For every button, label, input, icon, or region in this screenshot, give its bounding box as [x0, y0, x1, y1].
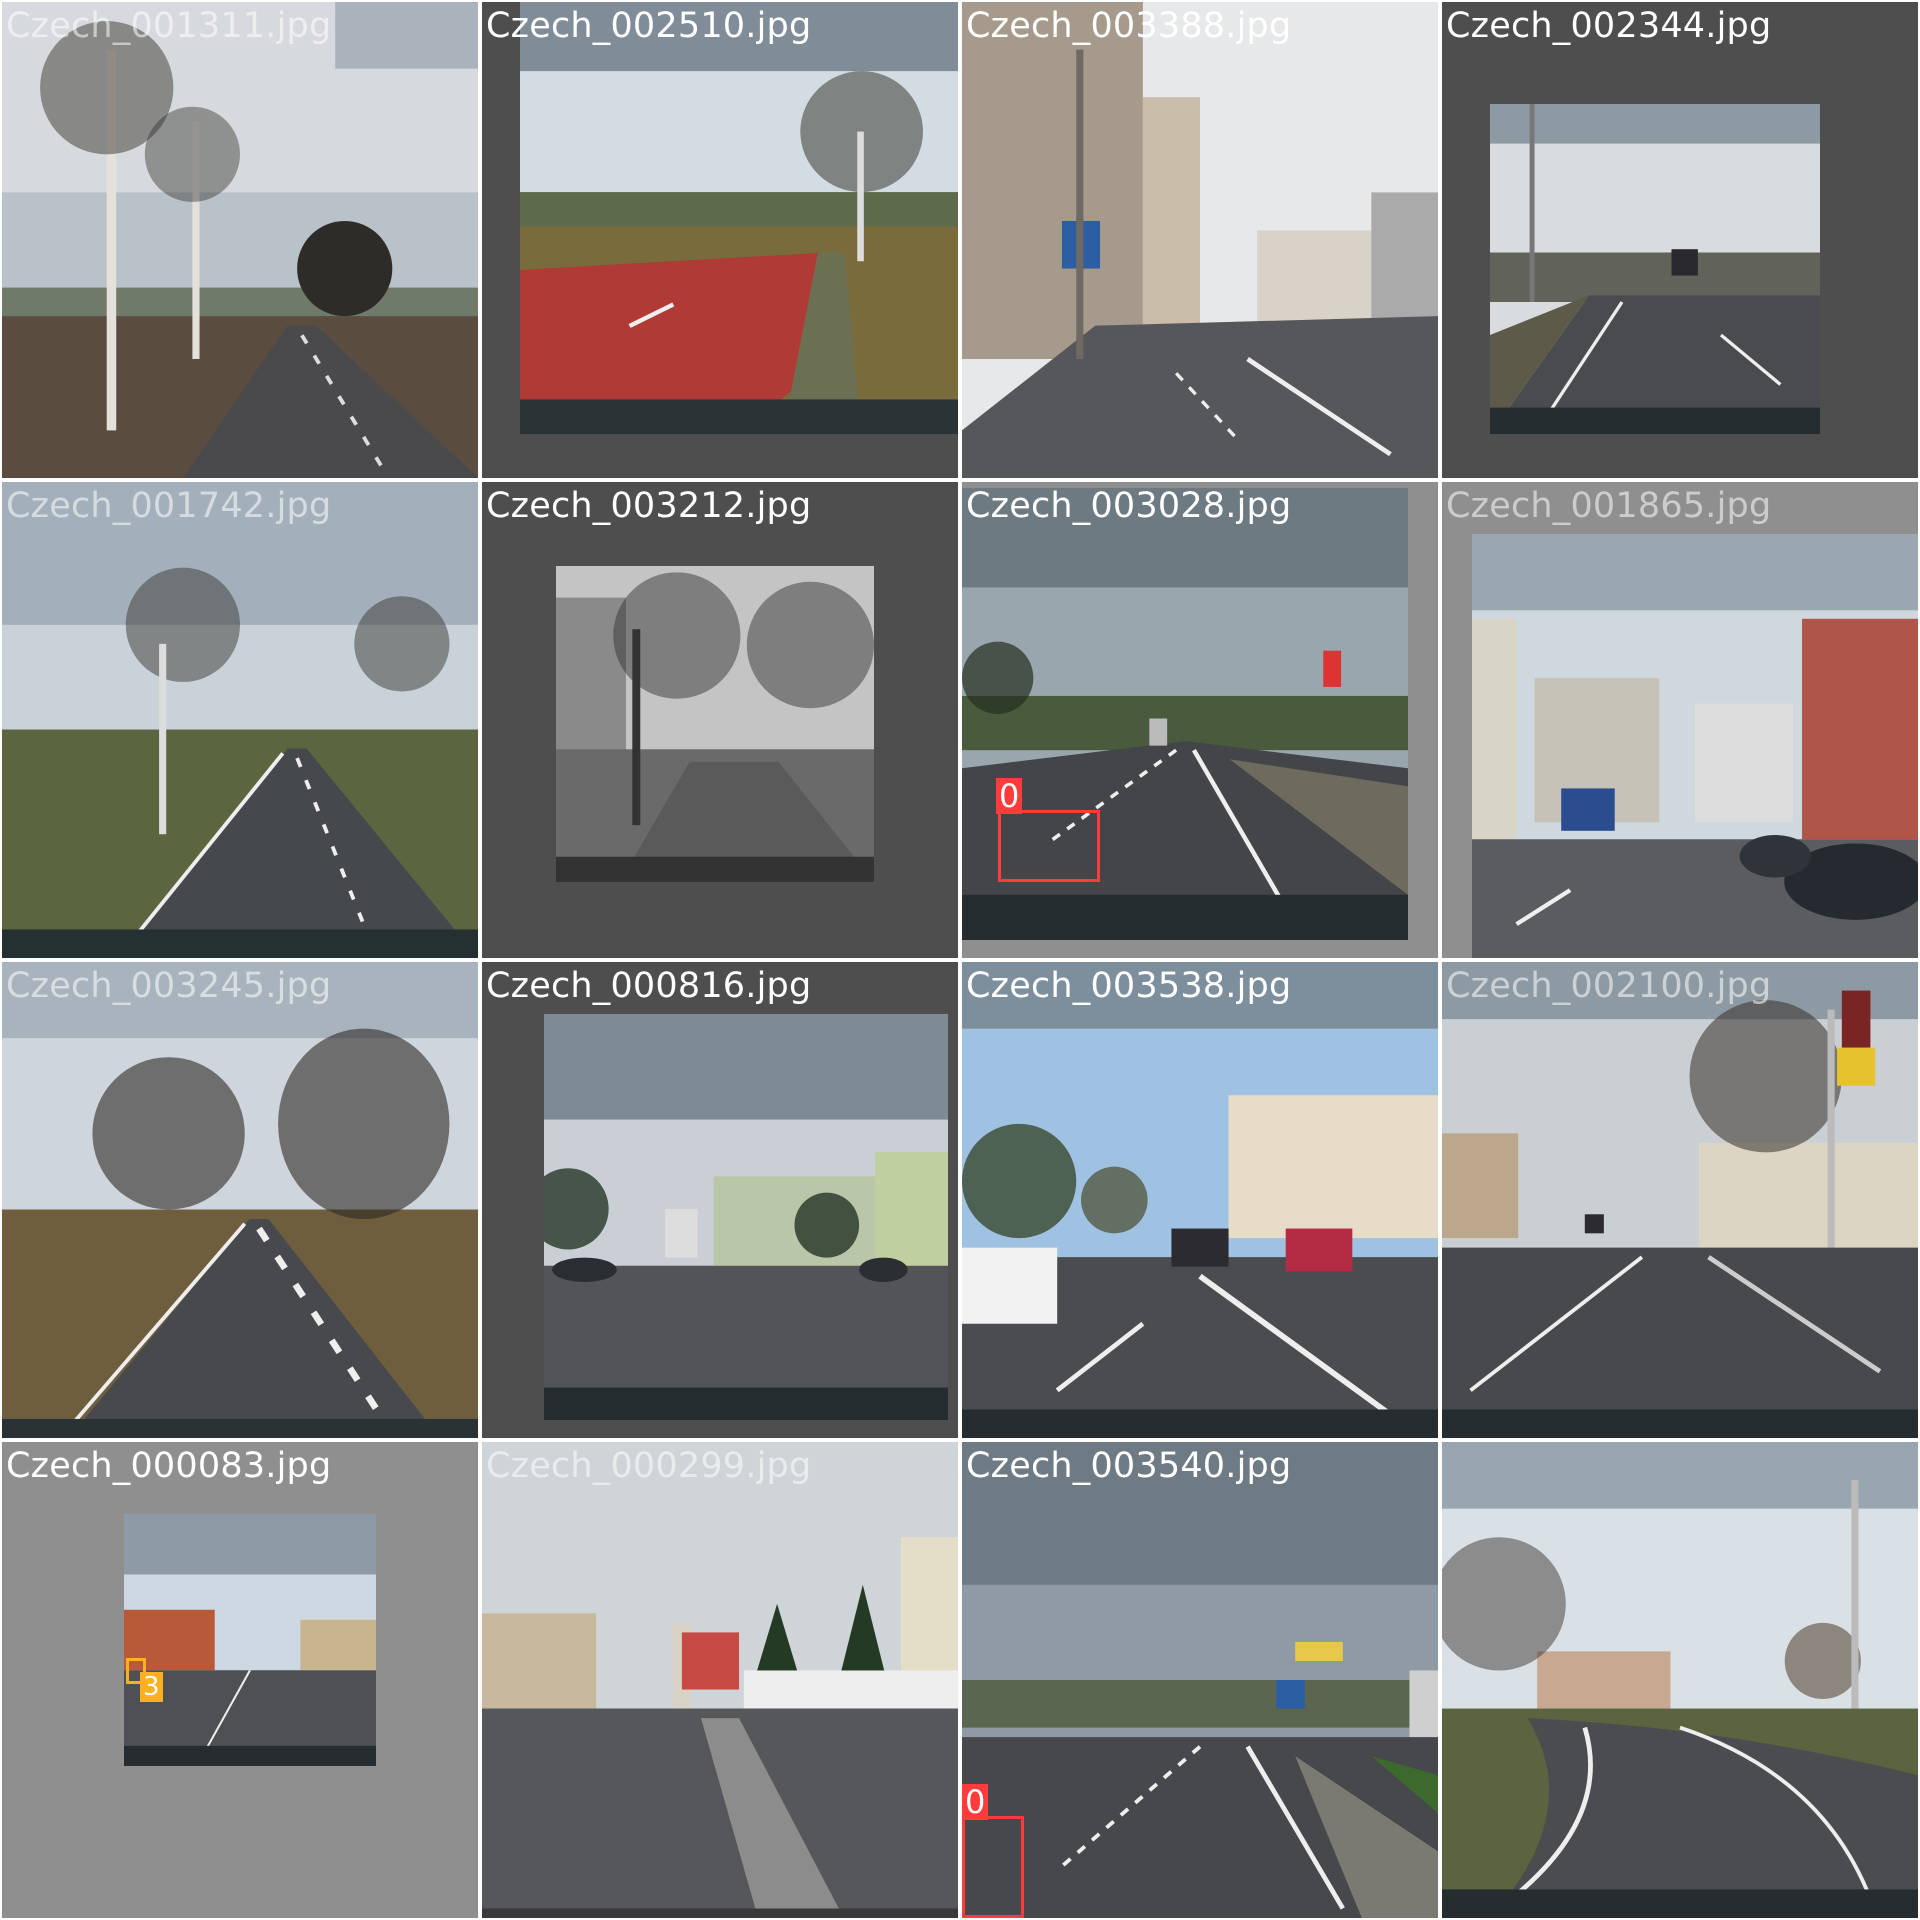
tile-czech-000816: Czech_000816.jpg — [482, 962, 958, 1438]
tile-czech-000299: Czech_000299.jpg — [482, 1442, 958, 1918]
tile-czech-001311: Czech_001311.jpg — [2, 2, 478, 478]
road-photo — [2, 962, 478, 1438]
road-photo — [962, 2, 1438, 478]
tile-czech-003540: 0 Czech_003540.jpg — [962, 1442, 1438, 1918]
class-label: 3 — [140, 1672, 163, 1702]
class-label: 0 — [962, 1784, 989, 1820]
bounding-box — [962, 1816, 1024, 1918]
road-photo — [1490, 104, 1820, 434]
road-photo — [2, 2, 478, 478]
road-photo — [1442, 1442, 1918, 1918]
filename-label: Czech_003028.jpg — [966, 486, 1292, 526]
filename-label: Czech_003212.jpg — [486, 486, 812, 526]
filename-label: Czech_003388.jpg — [966, 6, 1292, 46]
road-photo — [482, 1442, 958, 1918]
tile-czech-003538: Czech_003538.jpg — [962, 962, 1438, 1438]
bounding-box — [998, 810, 1100, 882]
road-photo — [520, 2, 958, 434]
filename-label: Czech_000299.jpg — [486, 1446, 812, 1486]
road-photo — [1472, 534, 1918, 958]
tile-czech-002344: Czech_002344.jpg — [1442, 2, 1918, 478]
tile-czech-002510: Czech_002510.jpg — [482, 2, 958, 478]
class-label: 0 — [996, 778, 1023, 814]
tile-czech-000083: 3 Czech_000083.jpg — [2, 1442, 478, 1918]
road-photo — [556, 566, 874, 882]
tile-czech-003028: 0 Czech_003028.jpg — [962, 482, 1438, 958]
tile-czech-003388: Czech_003388.jpg — [962, 2, 1438, 478]
road-photo — [2, 482, 478, 958]
filename-label: Czech_000083.jpg — [6, 1446, 332, 1486]
image-mosaic: Czech_001311.jpg Czech_002510.jpg Czech_… — [0, 0, 1920, 1920]
filename-label: Czech_000816.jpg — [486, 966, 812, 1006]
road-photo — [962, 1442, 1438, 1918]
road-photo — [1442, 962, 1918, 1438]
filename-label: Czech_003540.jpg — [966, 1446, 1292, 1486]
filename-label: Czech_003245.jpg — [6, 966, 332, 1006]
road-photo — [962, 962, 1438, 1438]
tile-unlabeled-curve — [1442, 1442, 1918, 1918]
tile-czech-003212: Czech_003212.jpg — [482, 482, 958, 958]
tile-czech-001742: Czech_001742.jpg — [2, 482, 478, 958]
filename-label: Czech_001742.jpg — [6, 486, 332, 526]
tile-czech-003245: Czech_003245.jpg — [2, 962, 478, 1438]
filename-label: Czech_002344.jpg — [1446, 6, 1772, 46]
filename-label: Czech_003538.jpg — [966, 966, 1292, 1006]
filename-label: Czech_002510.jpg — [486, 6, 812, 46]
tile-czech-002100: Czech_002100.jpg — [1442, 962, 1918, 1438]
filename-label: Czech_001865.jpg — [1446, 486, 1772, 526]
tile-czech-001865: Czech_001865.jpg — [1442, 482, 1918, 958]
road-photo — [124, 1514, 376, 1766]
filename-label: Czech_001311.jpg — [6, 6, 332, 46]
filename-label: Czech_002100.jpg — [1446, 966, 1772, 1006]
road-photo — [544, 1014, 948, 1420]
